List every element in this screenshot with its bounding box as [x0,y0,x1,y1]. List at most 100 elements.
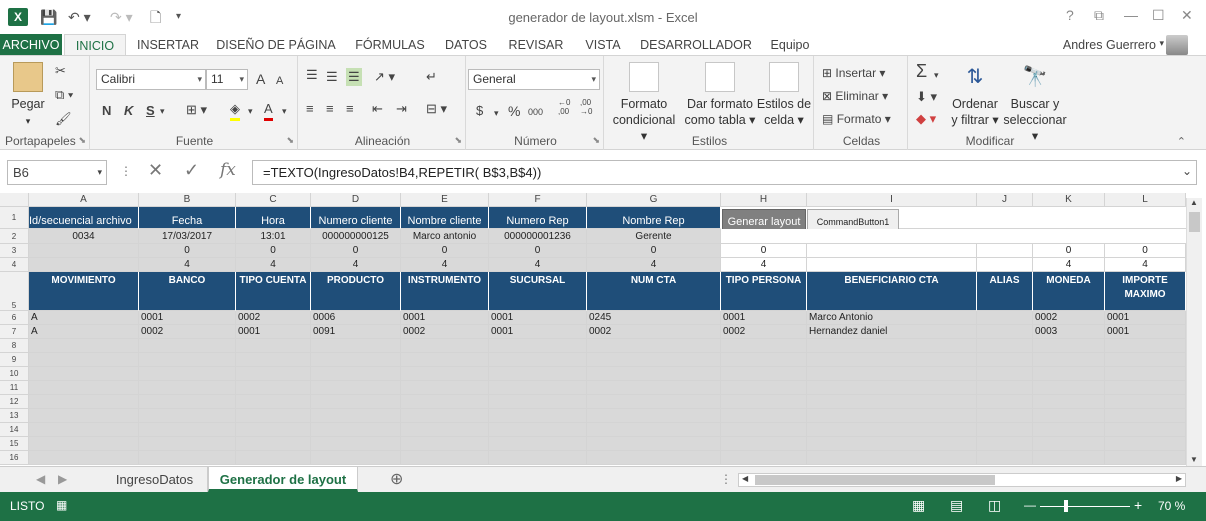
cell-c8[interactable] [236,339,311,353]
cell-i10[interactable] [807,367,977,381]
cell-j11[interactable] [977,381,1033,395]
cell-l6[interactable]: 0001 [1105,311,1186,325]
cell-h7[interactable]: 0002 [721,325,807,339]
cell-f6[interactable]: 0001 [489,311,587,325]
cell-b16[interactable] [139,451,236,465]
cell-l16[interactable] [1105,451,1186,465]
fill-icon[interactable]: ⬇ ▾ [916,88,937,106]
cell-a10[interactable] [29,367,139,381]
cancel-edit-button[interactable]: ✕ [148,160,163,181]
decrease-decimal-button[interactable]: ,00 →0 [580,98,600,116]
avatar[interactable] [1166,35,1188,55]
tab-vista[interactable]: VISTA [578,34,628,56]
cell-b6[interactable]: 0001 [139,311,236,325]
merge-center-icon[interactable]: ⊟ ▾ [426,100,447,118]
row-header-4[interactable]: 4 [0,258,29,272]
cell-k14[interactable] [1033,423,1105,437]
cell-j9[interactable] [977,353,1033,367]
column-header-k[interactable]: K [1033,193,1105,207]
cell-d13[interactable] [311,409,401,423]
increase-indent-icon[interactable]: ⇥ [396,100,407,118]
cell-j1[interactable] [899,207,1186,229]
cell-k5[interactable]: MONEDA [1033,272,1105,311]
cell-d1[interactable]: Numero cliente [311,207,401,229]
row-header-6[interactable]: 6 [0,311,29,325]
cell-a15[interactable] [29,437,139,451]
cell-h12[interactable] [721,395,807,409]
cell-e12[interactable] [401,395,489,409]
cell-g8[interactable] [587,339,721,353]
cell-h2[interactable] [721,229,1186,244]
cell-k7[interactable]: 0003 [1033,325,1105,339]
column-header-e[interactable]: E [401,193,489,207]
cell-i7[interactable]: Hernandez daniel [807,325,977,339]
cell-e4[interactable]: 4 [401,258,489,272]
alignment-launcher-icon[interactable]: ⬊ [454,135,462,146]
page-layout-view-icon[interactable]: ▤ [950,497,963,514]
find-select-button[interactable]: 🔭 Buscar y seleccionar ▾ [1002,62,1068,144]
macro-record-icon[interactable]: ▦ [56,498,67,512]
sheet-tab-ingresodatos[interactable]: IngresoDatos [102,467,208,492]
cell-j12[interactable] [977,395,1033,409]
tab-inicio[interactable]: INICIO [64,34,126,56]
cell-f10[interactable] [489,367,587,381]
tab-insertar[interactable]: INSERTAR [132,34,204,56]
cell-h13[interactable] [721,409,807,423]
cell-i6[interactable]: Marco Antonio [807,311,977,325]
cell-d12[interactable] [311,395,401,409]
cell-a16[interactable] [29,451,139,465]
cell-c4[interactable]: 4 [236,258,311,272]
cell-e10[interactable] [401,367,489,381]
column-header-j[interactable]: J [977,193,1033,207]
cell-j7[interactable] [977,325,1033,339]
column-header-h[interactable]: H [721,193,807,207]
cut-icon[interactable]: ✂ [55,62,66,80]
cell-j15[interactable] [977,437,1033,451]
insert-function-button[interactable]: fx [220,160,236,180]
sheet-tab-generador[interactable]: Generador de layout [208,467,358,492]
cell-k15[interactable] [1033,437,1105,451]
cell-c5[interactable]: TIPO CUENTA [236,272,311,311]
cell-f14[interactable] [489,423,587,437]
column-header-a[interactable]: A [29,193,139,207]
tab-desarrollador[interactable]: DESARROLLADOR [640,34,752,56]
cell-b8[interactable] [139,339,236,353]
column-header-i[interactable]: I [807,193,977,207]
row-header-14[interactable]: 14 [0,423,29,437]
cell-d15[interactable] [311,437,401,451]
cell-c10[interactable] [236,367,311,381]
cell-l14[interactable] [1105,423,1186,437]
cell-j5[interactable]: ALIAS [977,272,1033,311]
format-cells-button[interactable]: ▤ Formato ▾ [822,110,891,128]
zoom-slider[interactable] [1040,506,1130,507]
cell-h3[interactable]: 0 [721,244,807,258]
zoom-level[interactable]: 70 % [1158,499,1185,513]
row-header-1[interactable]: 1 [0,207,29,229]
cell-b12[interactable] [139,395,236,409]
cell-f12[interactable] [489,395,587,409]
row-header-16[interactable]: 16 [0,451,29,465]
cell-k11[interactable] [1033,381,1105,395]
cell-j6[interactable] [977,311,1033,325]
cell-a3[interactable] [29,244,139,258]
row-header-2[interactable]: 2 [0,229,29,244]
cell-b5[interactable]: BANCO [139,272,236,311]
cell-c2[interactable]: 13:01 [236,229,311,244]
help-button[interactable]: ? [1066,7,1074,23]
cell-i14[interactable] [807,423,977,437]
row-header-10[interactable]: 10 [0,367,29,381]
prev-sheet-icon[interactable]: ◀ [36,472,45,486]
cell-c14[interactable] [236,423,311,437]
tab-splitter-icon[interactable]: ⋮ [720,472,732,486]
cell-l8[interactable] [1105,339,1186,353]
font-color-button[interactable]: A [264,100,273,121]
new-sheet-icon[interactable]: ⊕ [390,469,403,489]
row-header-9[interactable]: 9 [0,353,29,367]
cell-i3[interactable] [807,244,977,258]
cell-g13[interactable] [587,409,721,423]
underline-button[interactable]: S [146,102,155,120]
sort-filter-button[interactable]: ⇅ Ordenar y filtrar ▾ [948,62,1002,128]
cell-l3[interactable]: 0 [1105,244,1186,258]
cell-a11[interactable] [29,381,139,395]
cell-b10[interactable] [139,367,236,381]
